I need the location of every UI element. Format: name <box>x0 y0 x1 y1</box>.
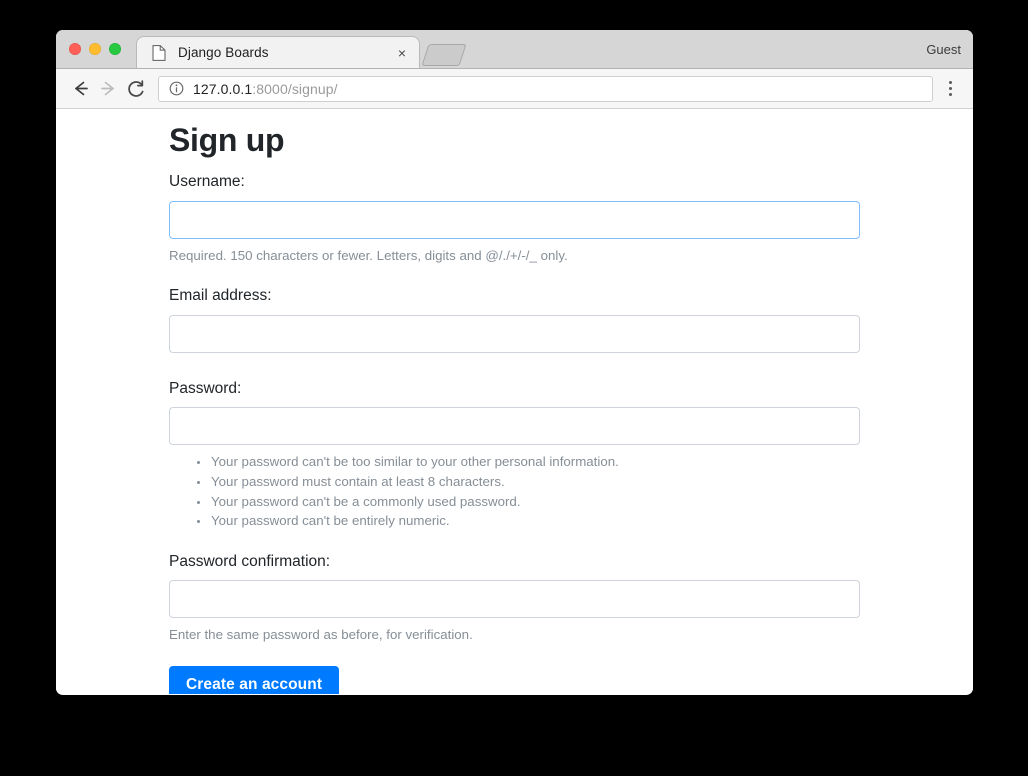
list-item: Your password can't be a commonly used p… <box>210 492 860 512</box>
password-help-list: Your password can't be too similar to yo… <box>169 452 860 530</box>
menu-dot <box>948 93 952 96</box>
screen: Django Boards × Guest 127.0.0.1:8000/sig… <box>0 0 1028 776</box>
address-bar-url: 127.0.0.1:8000/signup/ <box>193 81 338 97</box>
email-label: Email address: <box>169 287 272 305</box>
email-input[interactable] <box>169 314 860 353</box>
address-bar[interactable]: 127.0.0.1:8000/signup/ <box>158 75 933 102</box>
list-item: Your password must contain at least 8 ch… <box>210 472 860 492</box>
page-title: Sign up <box>169 122 285 158</box>
page-viewport: Sign up Username: Required. 150 characte… <box>56 109 973 694</box>
form-group-password-confirmation: Password confirmation: Enter the same pa… <box>169 553 860 645</box>
list-item: Your password can't be entirely numeric. <box>210 511 860 531</box>
reload-icon[interactable] <box>122 75 150 103</box>
username-help-text: Required. 150 characters or fewer. Lette… <box>169 247 568 263</box>
browser-profile-label[interactable]: Guest <box>926 42 961 57</box>
window-maximize-button[interactable] <box>109 43 121 55</box>
document-icon <box>151 44 167 61</box>
password-confirmation-input[interactable] <box>169 580 860 619</box>
address-bar-url-host: 127.0.0.1 <box>193 80 253 97</box>
form-group-password: Password: Your password can't be too sim… <box>169 380 860 531</box>
browser-menu-icon[interactable] <box>937 75 963 103</box>
username-input[interactable] <box>169 200 860 239</box>
form-group-email: Email address: <box>169 287 860 353</box>
address-bar-url-path: :8000/signup/ <box>252 80 338 97</box>
window-close-button[interactable] <box>69 43 81 55</box>
browser-window: Django Boards × Guest 127.0.0.1:8000/sig… <box>56 30 973 695</box>
window-traffic-lights <box>69 43 121 55</box>
password-input[interactable] <box>169 407 860 446</box>
form-group-username: Username: Required. 150 characters or fe… <box>169 173 860 265</box>
password-confirmation-label: Password confirmation: <box>169 552 331 570</box>
menu-dot <box>948 87 952 90</box>
browser-toolbar: 127.0.0.1:8000/signup/ <box>56 69 973 109</box>
forward-arrow-icon <box>94 75 122 103</box>
info-circle-icon[interactable] <box>169 81 184 96</box>
browser-tab[interactable]: Django Boards × <box>136 36 420 68</box>
create-account-button[interactable]: Create an account <box>169 666 340 694</box>
password-label: Password: <box>169 379 242 397</box>
back-arrow-icon[interactable] <box>66 75 94 103</box>
password-confirmation-help-text: Enter the same password as before, for v… <box>169 627 473 643</box>
browser-tab-title: Django Boards <box>178 45 269 60</box>
signup-content: Sign up Username: Required. 150 characte… <box>169 121 860 694</box>
list-item: Your password can't be too similar to yo… <box>210 452 860 472</box>
new-tab-button[interactable] <box>421 44 467 66</box>
browser-tab-strip: Django Boards × Guest <box>56 30 973 69</box>
window-minimize-button[interactable] <box>89 43 101 55</box>
username-label: Username: <box>169 173 245 191</box>
tab-close-icon[interactable]: × <box>393 44 411 62</box>
menu-dot <box>948 81 952 84</box>
